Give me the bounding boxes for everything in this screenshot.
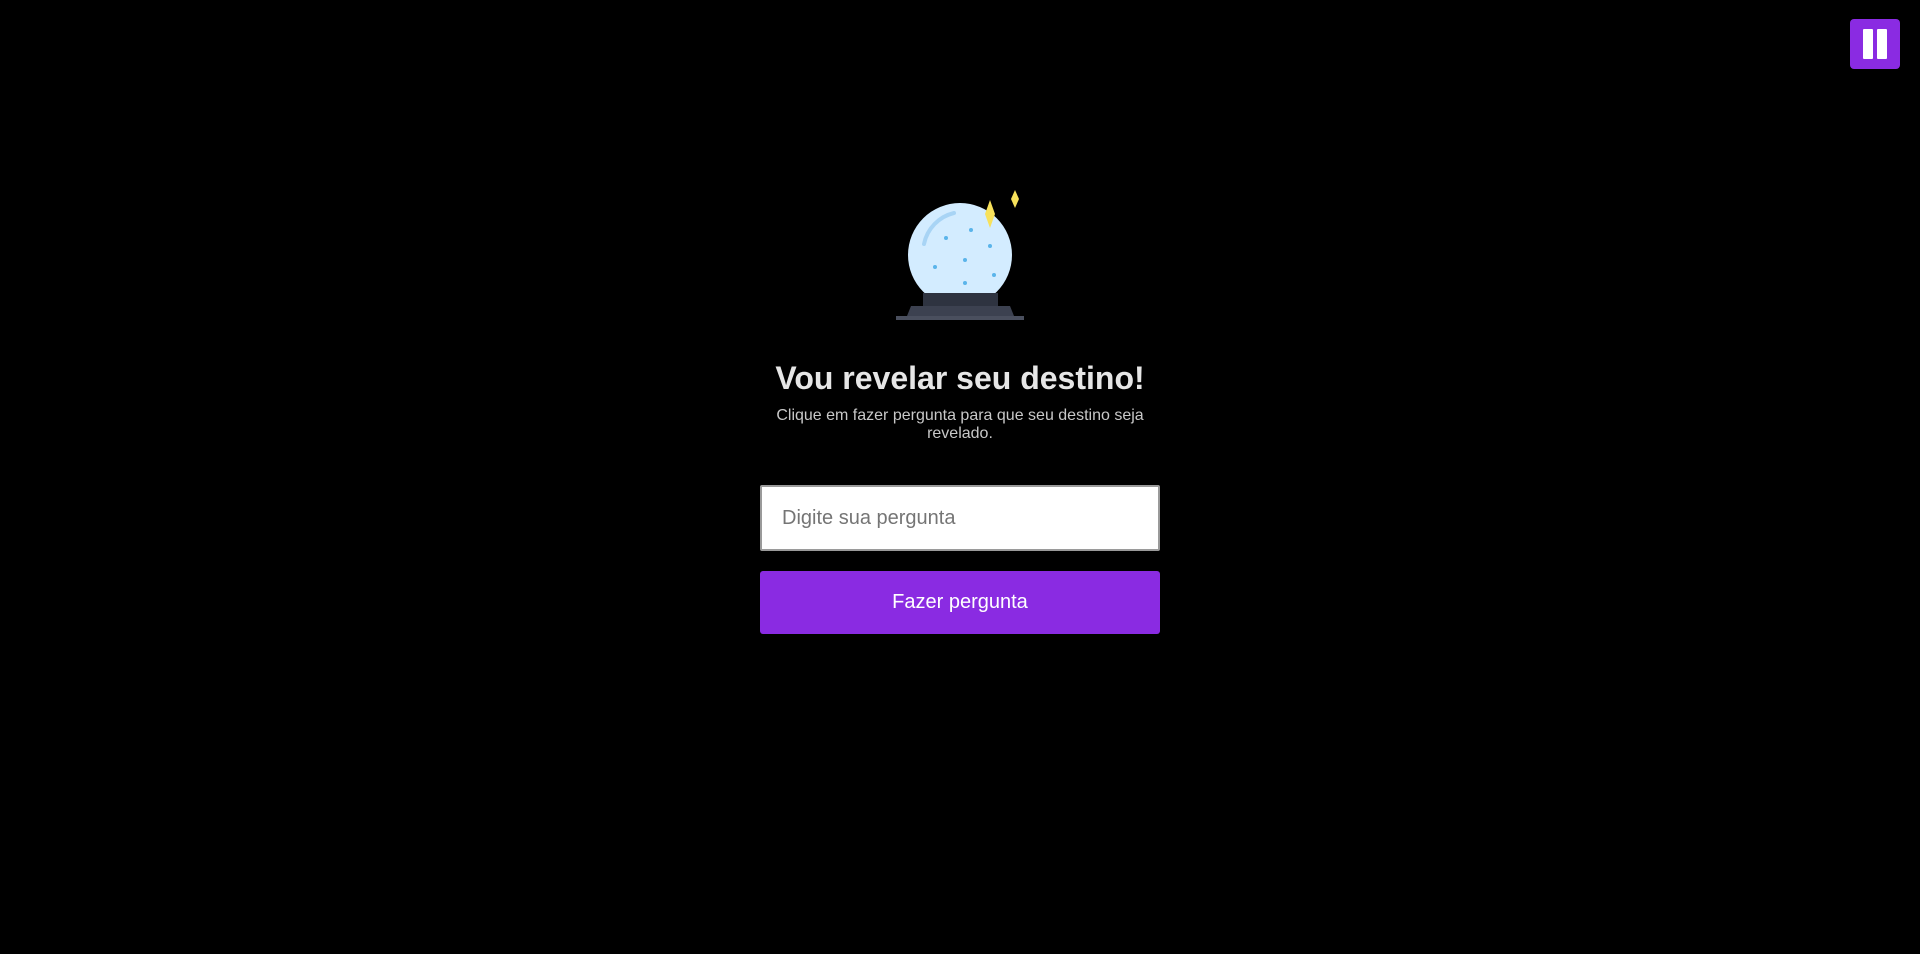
pause-icon-bar bbox=[1877, 29, 1887, 59]
pause-button[interactable] bbox=[1850, 19, 1900, 69]
page-title: Vou revelar seu destino! bbox=[775, 360, 1145, 396]
page-subtitle: Clique em fazer pergunta para que seu de… bbox=[776, 407, 1144, 442]
question-input[interactable] bbox=[760, 485, 1160, 551]
crystal-ball-icon bbox=[896, 190, 1024, 320]
pause-icon bbox=[1863, 29, 1873, 59]
ask-question-button[interactable]: Fazer pergunta bbox=[760, 571, 1160, 634]
